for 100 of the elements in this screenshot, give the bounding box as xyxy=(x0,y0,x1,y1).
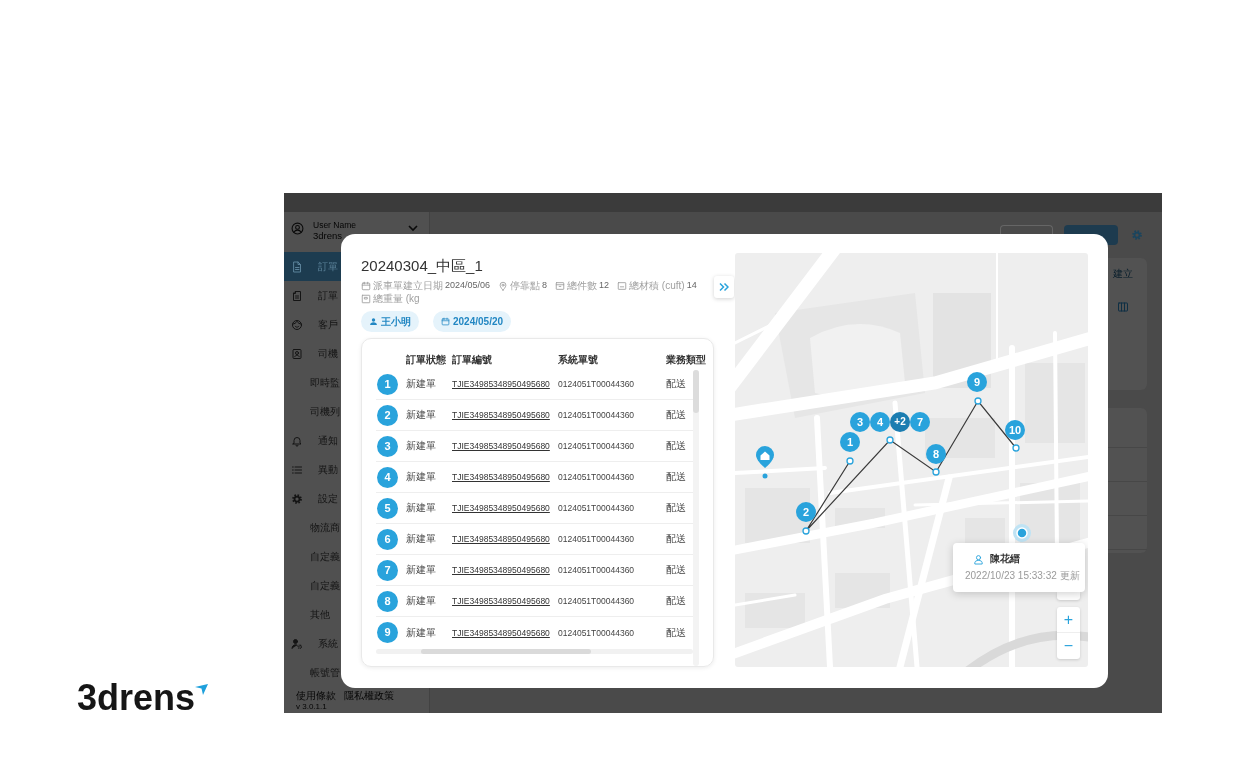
expand-button[interactable] xyxy=(714,276,734,298)
order-status: 新建單 xyxy=(406,471,436,483)
system-number: 0124051T00044360 xyxy=(558,564,635,576)
columns-icon[interactable] xyxy=(1117,301,1129,313)
column-header: 系統單號 xyxy=(558,354,598,366)
person-icon xyxy=(973,553,984,565)
meta-label: 總重量 (kg xyxy=(373,292,420,305)
waypoint-icon xyxy=(846,457,854,465)
settings-icon xyxy=(291,492,303,505)
meta-label: 總件數 xyxy=(567,279,598,292)
waypoint-icon xyxy=(886,436,894,444)
order-status: 新建單 xyxy=(406,378,436,390)
system-number: 0124051T00044360 xyxy=(558,595,635,607)
zoom-in-button[interactable]: + xyxy=(1057,607,1080,633)
driver-name: 王小明 xyxy=(381,315,411,328)
system-number: 0124051T00044360 xyxy=(558,409,635,421)
meta-value: 8 xyxy=(542,279,548,292)
document-icon xyxy=(291,260,303,273)
logo-wordmark: 3drens xyxy=(77,680,196,716)
service-type: 配送 xyxy=(666,595,686,607)
meta-value: 2024/05/06 xyxy=(445,279,491,292)
system-number: 0124051T00044360 xyxy=(558,471,635,483)
settings-icon[interactable] xyxy=(1131,229,1143,241)
order-number-link[interactable]: TJIE34985348950495680 xyxy=(452,409,550,421)
meta-label: 總材積 (cuft) xyxy=(629,279,685,292)
update-time: 2022/10/23 15:33:32 更新 xyxy=(965,569,1081,582)
bell-icon xyxy=(291,434,303,447)
system-number: 0124051T00044360 xyxy=(558,533,635,545)
order-number-link[interactable]: TJIE34985348950495680 xyxy=(452,378,550,390)
user-gear-icon xyxy=(291,637,303,650)
column-header: 業務類型 xyxy=(666,354,706,366)
double-chevron-right-icon xyxy=(719,282,729,292)
triangle-icon xyxy=(195,684,209,695)
column-header: 訂單狀態 xyxy=(406,354,446,366)
order-status: 新建單 xyxy=(406,409,436,421)
service-type: 配送 xyxy=(666,378,686,390)
stop-number: 3 xyxy=(377,435,398,457)
meta-label: 派車單建立日期 xyxy=(373,279,443,292)
order-number-link[interactable]: TJIE34985348950495680 xyxy=(452,626,550,639)
meta-value: 14 xyxy=(686,279,697,292)
waypoint-icon xyxy=(802,527,810,535)
service-type: 配送 xyxy=(666,533,686,545)
face-icon xyxy=(291,318,303,331)
list-icon xyxy=(291,463,303,476)
vertical-scrollbar[interactable] xyxy=(693,370,699,666)
service-type: 配送 xyxy=(666,564,686,576)
map-pin-icon xyxy=(498,280,509,291)
calendar-icon xyxy=(441,317,450,326)
stop-number: 6 xyxy=(377,528,398,550)
chevron-down-icon[interactable] xyxy=(408,225,418,232)
driver-name: 陳花縉 xyxy=(990,553,1020,565)
service-type: 配送 xyxy=(666,626,686,639)
date-text: 2024/05/20 xyxy=(453,315,504,328)
home-pin-icon xyxy=(756,446,774,479)
map-control-button[interactable] xyxy=(1057,592,1080,600)
order-status: 新建單 xyxy=(406,533,436,545)
order-status: 新建單 xyxy=(406,440,436,452)
dialog-title: 20240304_中區_1 xyxy=(361,256,484,276)
system-number: 0124051T00044360 xyxy=(558,626,635,639)
archive-box-icon xyxy=(555,280,566,291)
meta-label: 停靠點 xyxy=(510,279,541,292)
organization-name: 3drens xyxy=(313,230,344,242)
order-number-link[interactable]: TJIE34985348950495680 xyxy=(452,564,550,576)
order-status: 新建單 xyxy=(406,564,436,576)
waypoint-icon xyxy=(974,397,982,405)
order-number-link[interactable]: TJIE34985348950495680 xyxy=(452,440,550,452)
meta-value: 12 xyxy=(599,279,610,292)
order-status: 新建單 xyxy=(406,595,436,607)
waypoint-icon xyxy=(932,468,940,476)
stop-number: 7 xyxy=(377,559,398,581)
id-badge-icon xyxy=(291,347,303,360)
order-number-link[interactable]: TJIE34985348950495680 xyxy=(452,533,550,545)
service-type: 配送 xyxy=(666,502,686,514)
framed-square-icon xyxy=(361,293,371,304)
order-number-link[interactable]: TJIE34985348950495680 xyxy=(452,595,550,607)
person-icon xyxy=(369,317,378,326)
footer-link[interactable]: 隱私權政策 xyxy=(344,690,394,702)
order-number-link[interactable]: TJIE34985348950495680 xyxy=(452,471,550,483)
stop-number: 4 xyxy=(377,466,398,488)
system-number: 0124051T00044360 xyxy=(558,378,635,390)
order-status: 新建單 xyxy=(406,626,436,639)
document-icon xyxy=(291,289,303,302)
service-type: 配送 xyxy=(666,440,686,452)
service-type: 配送 xyxy=(666,471,686,483)
system-number: 0124051T00044360 xyxy=(558,440,635,452)
minus-square-icon xyxy=(617,280,628,291)
create-tab[interactable]: 建立 xyxy=(1113,268,1133,280)
stop-number: 2 xyxy=(377,404,398,426)
system-number: 0124051T00044360 xyxy=(558,502,635,514)
waypoint-icon xyxy=(1012,444,1020,452)
stop-number: 5 xyxy=(377,497,398,519)
order-number-link[interactable]: TJIE34985348950495680 xyxy=(452,502,550,514)
user-name: User Name xyxy=(313,220,356,230)
service-type: 配送 xyxy=(666,409,686,421)
horizontal-scrollbar[interactable] xyxy=(376,649,693,654)
stop-number: 8 xyxy=(377,590,398,612)
zoom-out-button[interactable]: − xyxy=(1057,633,1080,659)
stop-number: 1 xyxy=(377,373,398,395)
column-header: 訂單編號 xyxy=(452,354,492,366)
calendar-icon xyxy=(361,280,371,291)
